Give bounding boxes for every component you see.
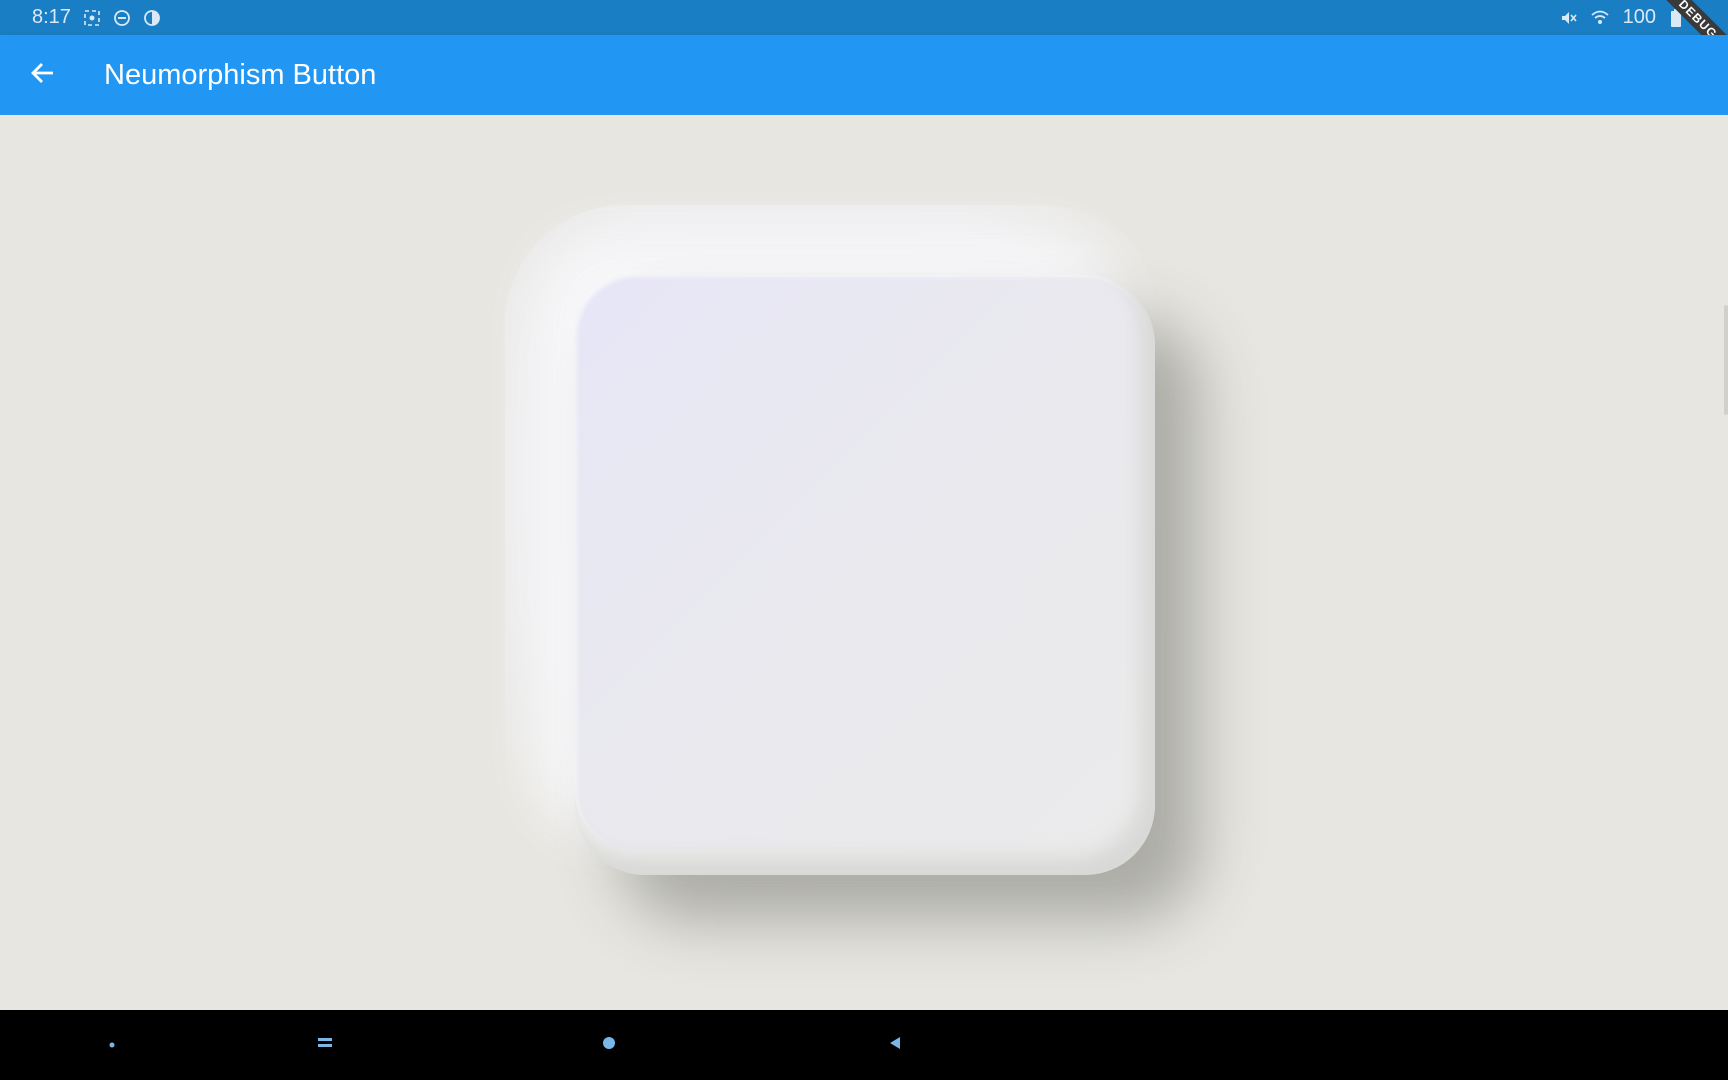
- screenshot-icon: [83, 9, 101, 27]
- recents-button[interactable]: [314, 1034, 336, 1056]
- page-title: Neumorphism Button: [104, 59, 377, 91]
- nav-back-button[interactable]: [884, 1034, 906, 1056]
- battery-percentage: 100: [1622, 6, 1656, 28]
- mute-icon: [1559, 9, 1577, 27]
- do-not-disturb-icon: [113, 9, 131, 27]
- wifi-icon: [1591, 9, 1609, 27]
- scrollbar[interactable]: [1724, 305, 1728, 415]
- status-bar: 8:17 100 DEBUG: [0, 0, 1728, 68]
- status-bar-right: 100: [1559, 6, 1688, 29]
- arrow-back-icon: [29, 60, 55, 91]
- status-bar-left: 8:17: [32, 6, 161, 29]
- neumorphism-button[interactable]: [575, 275, 1155, 875]
- nav-dot-button[interactable]: [101, 1034, 123, 1056]
- back-button[interactable]: [22, 55, 62, 95]
- home-icon: [601, 1035, 617, 1056]
- home-button[interactable]: [598, 1034, 620, 1056]
- button-face: [575, 275, 1145, 850]
- data-saver-icon: [143, 9, 161, 27]
- recents-icon: [317, 1036, 333, 1055]
- back-triangle-icon: [888, 1036, 902, 1055]
- navigation-bar: [0, 1010, 1728, 1080]
- dot-icon: [108, 1036, 116, 1054]
- status-time: 8:17: [32, 6, 71, 28]
- app-bar: Neumorphism Button: [0, 35, 1728, 115]
